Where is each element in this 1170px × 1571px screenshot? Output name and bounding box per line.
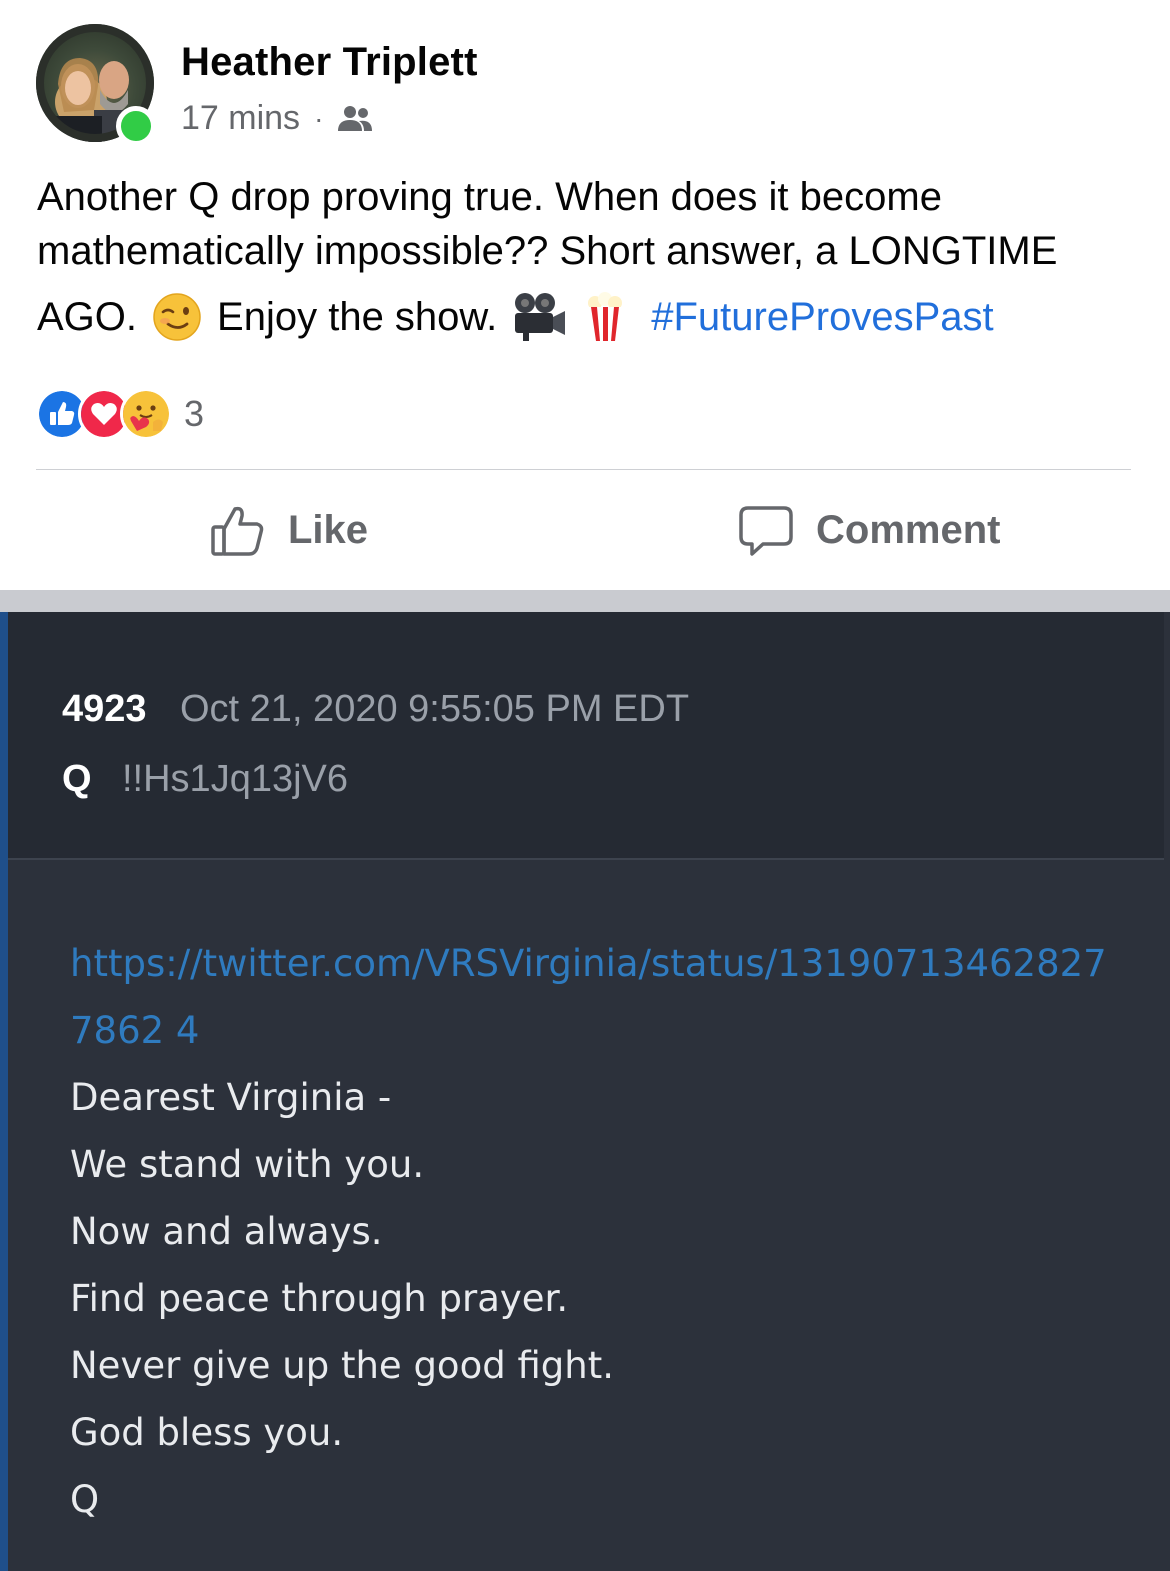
post-text-line: mathematically impossible?? Short answer…: [37, 229, 1058, 273]
post-text: Another Q drop proving true. When does i…: [37, 170, 1137, 344]
like-button-label: Like: [288, 507, 369, 552]
winking-face-emoji: [153, 293, 201, 341]
friends-icon: [338, 105, 373, 131]
drop-body: https://twitter.com/VRSVirginia/status/1…: [70, 930, 1120, 1533]
post-meta: 17 mins ·: [181, 99, 373, 138]
drop-line: We stand with you.: [70, 1143, 425, 1186]
drop-line: Q: [70, 1478, 100, 1521]
online-status-indicator: [116, 106, 156, 146]
comment-button[interactable]: Comment: [738, 503, 1000, 557]
drop-line: Now and always.: [70, 1210, 383, 1253]
drop-number: 4923: [62, 688, 147, 730]
reaction-summary[interactable]: 3: [36, 388, 204, 440]
like-button[interactable]: Like: [210, 503, 368, 557]
facebook-post: Heather Triplett 17 mins · Another Q dro…: [0, 0, 1170, 590]
post-text-fragment: AGO.: [37, 295, 138, 339]
drop-header: [8, 612, 1164, 860]
drop-line: Never give up the good fight.: [70, 1344, 614, 1387]
comment-bubble-icon: [739, 506, 793, 556]
drop-tripcode: !!Hs1Jq13jV6: [122, 758, 349, 800]
comment-button-label: Comment: [816, 507, 1001, 552]
drop-line: Dearest Virginia -: [70, 1076, 392, 1119]
drop-line: Find peace through prayer.: [70, 1277, 569, 1320]
reaction-count: 3: [184, 393, 205, 434]
drop-link[interactable]: https://twitter.com/VRSVirginia/status/1…: [70, 930, 1110, 1064]
screenshot-left-edge: [0, 612, 8, 1571]
post-timestamp[interactable]: 17 mins: [181, 99, 300, 138]
post-text-fragment: Enjoy the show.: [217, 295, 498, 339]
section-separator: [0, 590, 1170, 612]
post-text-line: AGO. Enjoy the show. #FutureProvesPast: [37, 290, 1137, 344]
movie-camera-emoji: [515, 293, 566, 341]
care-reaction-icon: [120, 388, 172, 440]
post-author-name[interactable]: Heather Triplett: [181, 40, 478, 85]
meta-separator: ·: [314, 102, 324, 134]
post-hashtag[interactable]: #FutureProvesPast: [651, 290, 993, 344]
drop-author: Q: [62, 758, 92, 800]
actions-divider: [36, 469, 1131, 470]
drop-line: God bless you.: [70, 1411, 344, 1454]
post-text-line: Another Q drop proving true. When does i…: [37, 175, 942, 219]
drop-date: Oct 21, 2020 9:55:05 PM EDT: [180, 688, 690, 730]
popcorn-emoji: [587, 292, 624, 341]
thumbs-up-icon: [211, 506, 264, 556]
